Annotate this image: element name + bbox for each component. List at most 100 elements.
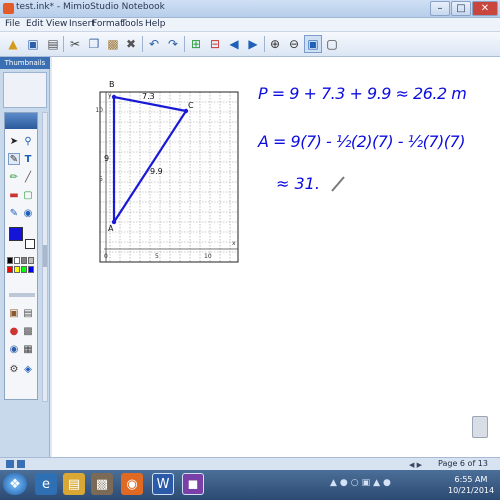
calculator-icon[interactable]: ▦ — [22, 343, 34, 355]
redo-icon[interactable]: ↷ — [164, 35, 182, 53]
y-tick-label: 5 — [99, 176, 103, 183]
vertex-label-c: C — [188, 101, 194, 110]
firefox-icon[interactable]: ◉ — [121, 473, 143, 495]
system-tray[interactable]: ▲●○▣▲● — [330, 478, 394, 488]
page-nav-buttons[interactable]: ◀ ▶ — [409, 461, 422, 469]
spotlight-icon[interactable]: ◉ — [8, 343, 20, 355]
reveal-icon[interactable]: ▩ — [22, 325, 34, 337]
maximize-button[interactable]: □ — [451, 1, 471, 16]
x-tick-label: 0 — [104, 253, 108, 260]
clock-date: 10/21/2014 — [448, 486, 495, 495]
grid-view-icon[interactable] — [6, 460, 14, 468]
list-view-icon[interactable] — [17, 460, 25, 468]
menu-format[interactable]: Format — [92, 19, 124, 29]
notebook-page[interactable]: 0 5 10 10 5 x y A B C 7.3 9 9.9 P = 9 + 7.3 + 9.9 ≈… — [52, 57, 500, 457]
thumbnails-tab[interactable]: Thumbnails — [0, 57, 50, 69]
delete-icon[interactable]: ✖ — [122, 35, 140, 53]
main-toolbar: ▲ ▣ ▤ ✂ ❐ ▩ ✖ ↶ ↷ ⊞ ⊟ ◀ ▶ ⊕ ⊖ ▣ ▢ — [0, 32, 500, 57]
palette-swatch[interactable] — [28, 266, 34, 273]
zoom-out-icon[interactable]: ⊖ — [285, 35, 303, 53]
area-equation: A = 9(7) - ½(2)(7) - ½(7)(7) — [257, 132, 465, 151]
menu-edit[interactable]: Edit — [26, 19, 43, 29]
clock-time: 6:55 AM — [454, 475, 488, 484]
line-width-slider[interactable] — [9, 293, 35, 297]
grid-border — [99, 91, 239, 263]
paste-icon[interactable]: ▩ — [104, 35, 122, 53]
vertex-b — [111, 94, 117, 100]
start-icon[interactable]: ❖ — [3, 473, 27, 495]
line-icon[interactable]: ╱ — [22, 171, 34, 183]
grid — [99, 91, 238, 263]
next-page-icon[interactable]: ▶ — [244, 35, 262, 53]
close-button[interactable]: ✕ — [472, 1, 498, 16]
trash-icon[interactable] — [472, 416, 488, 438]
word-icon[interactable]: W — [152, 473, 174, 495]
text-icon[interactable]: T — [22, 153, 34, 165]
fill-color-swatch[interactable] — [25, 239, 35, 249]
side-label-ac: 9.9 — [150, 167, 163, 176]
mimio-icon[interactable]: ◼ — [182, 473, 204, 495]
window-title: test.ink* - MimioStudio Notebook — [16, 2, 165, 12]
page-thumbnail[interactable] — [3, 72, 47, 108]
folder-icon[interactable]: ▩ — [91, 473, 113, 495]
undo-icon[interactable]: ↶ — [145, 35, 163, 53]
dropper-icon[interactable]: ✎ — [8, 207, 20, 219]
zoom-tool-icon[interactable]: ⚲ — [22, 135, 34, 147]
palette-swatch[interactable] — [28, 257, 34, 264]
menu-help[interactable]: Help — [145, 19, 166, 29]
palette-swatch[interactable] — [21, 257, 27, 264]
menu-insert[interactable]: Insert — [69, 19, 95, 29]
previous-page-icon[interactable]: ◀ — [225, 35, 243, 53]
print-icon[interactable]: ▤ — [44, 35, 62, 53]
fill-icon[interactable]: ◉ — [22, 207, 34, 219]
copy-icon[interactable]: ❐ — [85, 35, 103, 53]
delete-page-icon[interactable]: ⊟ — [206, 35, 224, 53]
x-tick-label: 10 — [204, 253, 212, 260]
grid-tick-labels: 0 5 10 10 5 x y — [95, 92, 236, 260]
vertex-label-b: B — [109, 80, 115, 89]
scrollbar-thumb[interactable] — [43, 245, 47, 267]
minimize-button[interactable]: – — [430, 1, 450, 16]
y-axis-label: y — [108, 92, 112, 99]
clock[interactable]: 6:55 AM 10/21/2014 — [448, 474, 494, 496]
status-bar: ◀ ▶ Page 6 of 13 — [0, 457, 500, 470]
x-axis-label: x — [232, 240, 236, 247]
vertex-label-a: A — [108, 224, 114, 233]
eraser-icon[interactable]: ▬ — [8, 189, 20, 201]
save-icon[interactable]: ▣ — [24, 35, 42, 53]
file-explorer-icon[interactable]: ▤ — [63, 473, 85, 495]
area-result: ≈ 31. — [276, 174, 320, 193]
add-page-icon[interactable]: ⊞ — [187, 35, 205, 53]
select-icon[interactable]: ➤ — [8, 135, 20, 147]
new-folder-icon[interactable]: ▲ — [4, 35, 22, 53]
menu-view[interactable]: View — [46, 19, 67, 29]
zoom-in-icon[interactable]: ⊕ — [266, 35, 284, 53]
web-icon[interactable]: ◈ — [22, 363, 34, 375]
color-palette — [7, 257, 37, 289]
full-screen-icon[interactable]: ▢ — [323, 35, 341, 53]
recorder-icon[interactable]: ● — [8, 325, 20, 337]
palette-swatch[interactable] — [21, 266, 27, 273]
pen-icon[interactable]: ✎ — [8, 153, 20, 165]
shape-icon[interactable]: ▢ — [22, 189, 34, 201]
perimeter-equation: P = 9 + 7.3 + 9.9 ≈ 26.2 m — [258, 84, 466, 103]
menu-tools[interactable]: Tools — [121, 19, 143, 29]
palette-swatch[interactable] — [7, 266, 13, 273]
palette-swatch[interactable] — [14, 257, 20, 264]
gallery-icon[interactable]: ▣ — [8, 307, 20, 319]
menu-bar: File Edit View Insert Format Tools Help — [0, 18, 500, 32]
settings-icon[interactable]: ⚙ — [8, 363, 20, 375]
internet-explorer-icon[interactable]: e — [35, 473, 57, 495]
current-color-swatch[interactable] — [9, 227, 23, 241]
x-tick-label: 5 — [155, 253, 159, 260]
highlighter-icon[interactable]: ✏ — [8, 171, 20, 183]
screen-icon[interactable]: ▤ — [22, 307, 34, 319]
cut-icon[interactable]: ✂ — [66, 35, 84, 53]
menu-file[interactable]: File — [5, 19, 20, 29]
y-tick-label: 10 — [95, 107, 103, 114]
palette-swatch[interactable] — [14, 266, 20, 273]
toolbar-separator — [264, 36, 265, 52]
side-label-bc: 7.3 — [142, 92, 155, 101]
palette-swatch[interactable] — [7, 257, 13, 264]
fit-page-icon[interactable]: ▣ — [304, 35, 322, 53]
